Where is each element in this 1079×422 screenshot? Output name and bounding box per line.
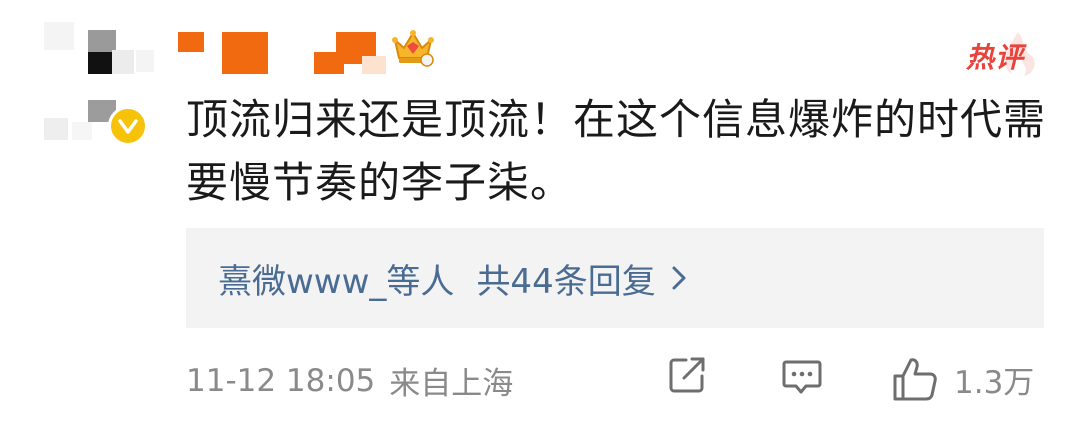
comment-location: 来自上海 bbox=[389, 366, 514, 402]
avatar-mosaic-block bbox=[44, 22, 74, 50]
username[interactable] bbox=[178, 28, 398, 76]
hot-comment-label: 热评 bbox=[966, 41, 1025, 74]
thumbs-up-icon bbox=[893, 358, 937, 401]
replies-preview[interactable]: 熹微www_等人 共44条回复 bbox=[186, 228, 1044, 328]
reply-users-link[interactable]: 熹微www_等人 bbox=[218, 254, 454, 303]
username-mosaic-block bbox=[362, 56, 386, 74]
share-button[interactable] bbox=[666, 354, 708, 396]
comment-meta: 11-12 18:05 来自上海 bbox=[186, 358, 513, 403]
comment-icon bbox=[782, 360, 822, 394]
avatar-mosaic-block bbox=[112, 50, 134, 74]
comment-button[interactable] bbox=[780, 354, 824, 398]
crown-icon bbox=[392, 30, 434, 67]
like-count: 1.3万 bbox=[954, 364, 1035, 401]
reply-count-link[interactable]: 共44条回复 bbox=[476, 254, 655, 303]
avatar-mosaic-block bbox=[72, 122, 92, 140]
avatar-mosaic-block bbox=[44, 118, 68, 140]
like-button[interactable]: 1.3万 bbox=[890, 354, 1034, 404]
chevron-right-icon bbox=[670, 263, 692, 293]
avatar-mosaic-block bbox=[136, 50, 154, 72]
comment-timestamp: 11-12 18:05 bbox=[186, 362, 376, 399]
share-icon bbox=[669, 357, 705, 393]
username-mosaic-block bbox=[222, 32, 268, 74]
comment-text: 顶流归来还是顶流！在这个信息爆炸的时代需要慢节奏的李子柒。 bbox=[186, 95, 1047, 207]
hot-comment-tag: 热评 bbox=[960, 30, 1040, 78]
verified-badge-icon bbox=[108, 106, 148, 146]
username-mosaic-block bbox=[178, 32, 204, 52]
avatar-mosaic-block bbox=[88, 52, 112, 74]
